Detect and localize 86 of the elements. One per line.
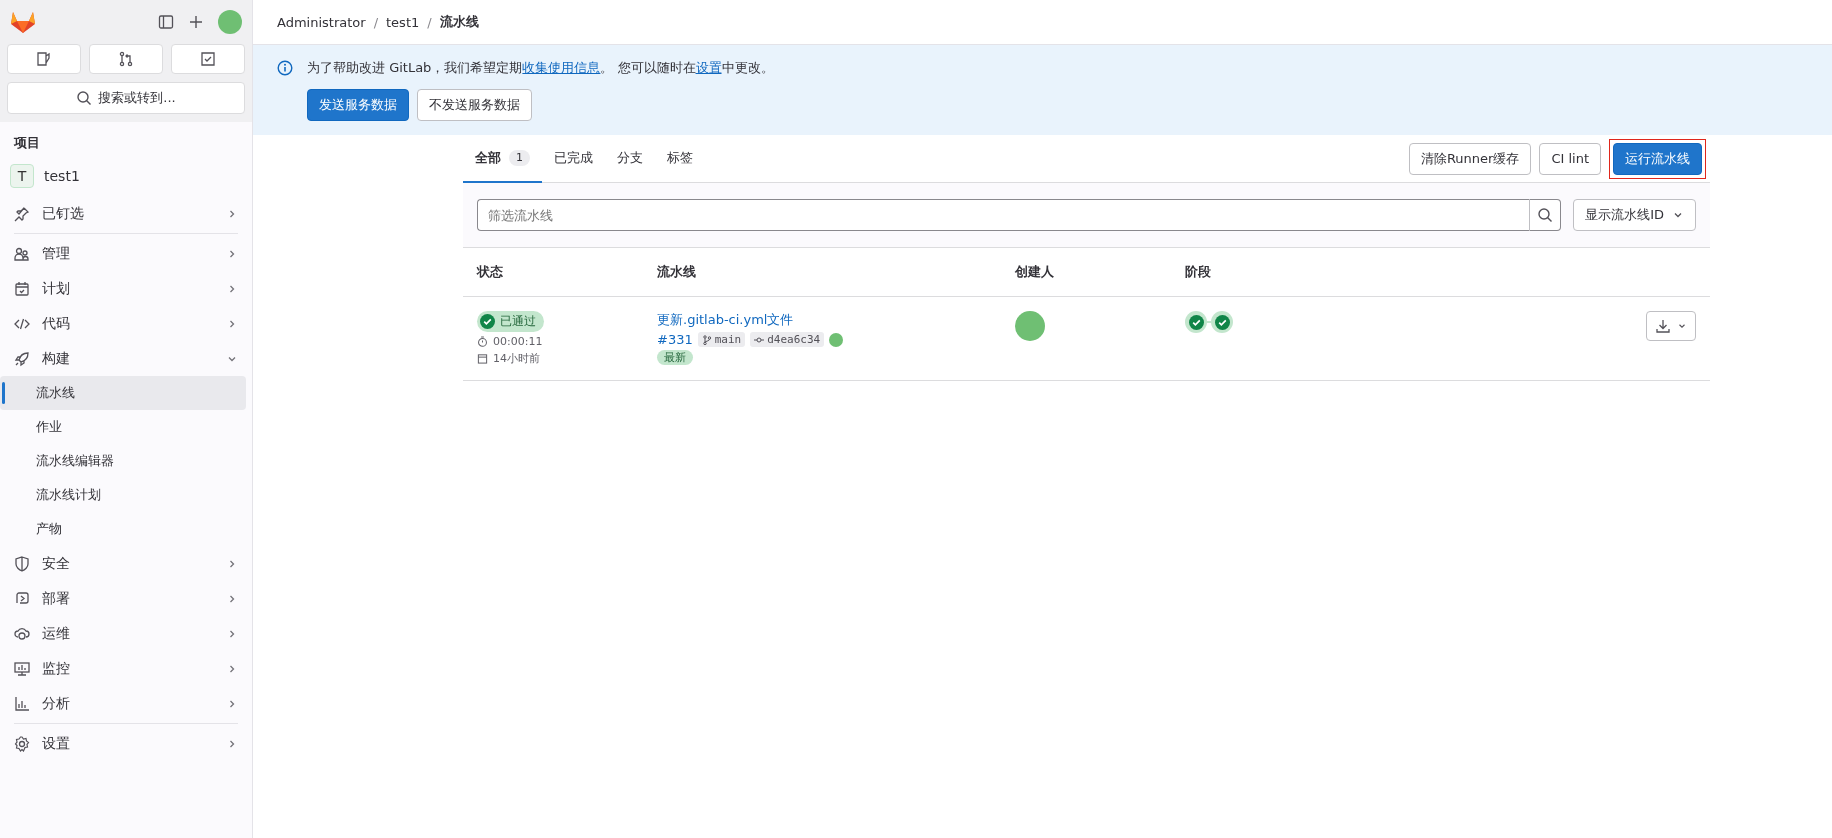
creator-avatar[interactable] <box>1015 311 1045 341</box>
tab[interactable]: 分支 <box>605 135 655 183</box>
nav-item[interactable]: 管理 <box>6 236 246 271</box>
calendar-icon <box>14 280 30 297</box>
stage-passed-icon[interactable] <box>1211 311 1233 333</box>
column-header: 阶段 <box>1171 248 1632 297</box>
branch-icon <box>701 334 712 345</box>
nav-item[interactable]: 安全 <box>6 546 246 581</box>
project-name[interactable]: test1 <box>44 168 80 184</box>
action-button[interactable]: 运行流水线 <box>1613 142 1702 175</box>
link[interactable]: 收集使用信息 <box>522 60 601 75</box>
gitlab-logo-icon[interactable] <box>10 10 36 34</box>
decline-button[interactable]: 不发送服务数据 <box>417 89 532 121</box>
chart-icon <box>14 695 30 712</box>
checkbox-icon <box>200 51 216 67</box>
search-icon <box>76 90 93 106</box>
nav-item[interactable]: 已钉选 <box>6 196 246 231</box>
committer-avatar[interactable] <box>829 332 844 347</box>
calendar-icon <box>477 353 488 364</box>
nav-item[interactable]: 部署 <box>6 581 246 616</box>
action-button[interactable]: 清除Runner缓存 <box>1408 142 1532 175</box>
breadcrumb[interactable]: 流水线 <box>439 13 479 31</box>
id-display-dropdown[interactable]: 显示流水线ID <box>1573 199 1696 231</box>
users-icon <box>14 245 30 262</box>
nav-subitem[interactable]: 作业 <box>0 410 246 444</box>
merge-requests-button[interactable] <box>89 44 163 74</box>
pin-icon <box>14 205 30 222</box>
column-header: 流水线 <box>643 248 1001 297</box>
nav-item[interactable]: 分析 <box>6 686 246 721</box>
nav-item[interactable]: 设置 <box>6 726 246 761</box>
nav-item[interactable]: 运维 <box>6 616 246 651</box>
merge-request-icon <box>118 51 134 67</box>
sidebar-toggle-icon[interactable] <box>158 14 174 30</box>
cloud-icon <box>14 625 30 642</box>
duration: 00:00:11 <box>493 335 543 348</box>
nav-item[interactable]: 构建 <box>6 341 246 376</box>
check-icon <box>480 314 495 329</box>
search-button[interactable] <box>1529 199 1562 231</box>
monitor-icon <box>14 660 30 677</box>
user-avatar[interactable] <box>218 10 242 34</box>
note-icon <box>36 51 52 67</box>
nav-item[interactable]: 监控 <box>6 651 246 686</box>
tab[interactable]: 已完成 <box>542 135 605 183</box>
info-icon <box>277 60 293 76</box>
branch-tag[interactable]: main <box>697 332 746 347</box>
download-icon <box>1655 318 1671 334</box>
send-data-button[interactable]: 发送服务数据 <box>307 89 409 121</box>
stage-passed-icon[interactable] <box>1185 311 1207 333</box>
nav-subitem[interactable]: 流水线计划 <box>0 478 246 512</box>
pipeline-title-link[interactable]: 更新.gitlab-ci.yml文件 <box>657 311 1001 329</box>
banner-message: 为了帮助改进 GitLab，我们希望定期收集使用信息。 您可以随时在设置中更改。 <box>307 59 774 77</box>
todo-button[interactable] <box>171 44 245 74</box>
issues-button[interactable] <box>7 44 81 74</box>
nav-subitem[interactable]: 流水线 <box>0 376 246 410</box>
shield-icon <box>14 555 30 572</box>
link[interactable]: 设置 <box>695 60 722 75</box>
breadcrumb[interactable]: Administrator <box>277 14 366 30</box>
column-header: 创建人 <box>1001 248 1171 297</box>
download-dropdown[interactable] <box>1646 311 1696 341</box>
commit-tag[interactable]: d4ea6c34 <box>750 332 825 347</box>
project-avatar[interactable]: T <box>10 164 34 188</box>
latest-badge: 最新 <box>657 350 693 365</box>
nav-item[interactable]: 代码 <box>6 306 246 341</box>
finished-time: 14小时前 <box>493 351 540 366</box>
rocket-icon <box>14 350 30 367</box>
action-button[interactable]: CI lint <box>1539 142 1601 175</box>
nav-item[interactable]: 计划 <box>6 271 246 306</box>
filter-field[interactable]: 筛选流水线 <box>477 199 1530 231</box>
gear-icon <box>14 735 30 752</box>
search-button[interactable]: 搜索或转到... <box>7 82 245 114</box>
tab[interactable]: 标签 <box>655 135 705 183</box>
plus-icon[interactable] <box>188 14 204 30</box>
breadcrumb-separator: / <box>373 14 378 30</box>
nav-subitem[interactable]: 流水线编辑器 <box>0 444 246 478</box>
tab-count: 1 <box>509 150 530 166</box>
breadcrumb[interactable]: test1 <box>386 14 420 30</box>
commit-icon <box>754 334 765 345</box>
pipeline-id-link[interactable]: #331 <box>657 332 693 347</box>
deploy-icon <box>14 590 30 607</box>
breadcrumb-separator: / <box>427 14 432 30</box>
timer-icon <box>477 336 488 347</box>
nav-subitem[interactable]: 产物 <box>0 512 246 546</box>
section-title: 项目 <box>12 134 41 152</box>
column-header: 状态 <box>463 248 643 297</box>
status-badge[interactable]: 已通过 <box>477 311 544 332</box>
search-icon <box>1537 207 1554 223</box>
